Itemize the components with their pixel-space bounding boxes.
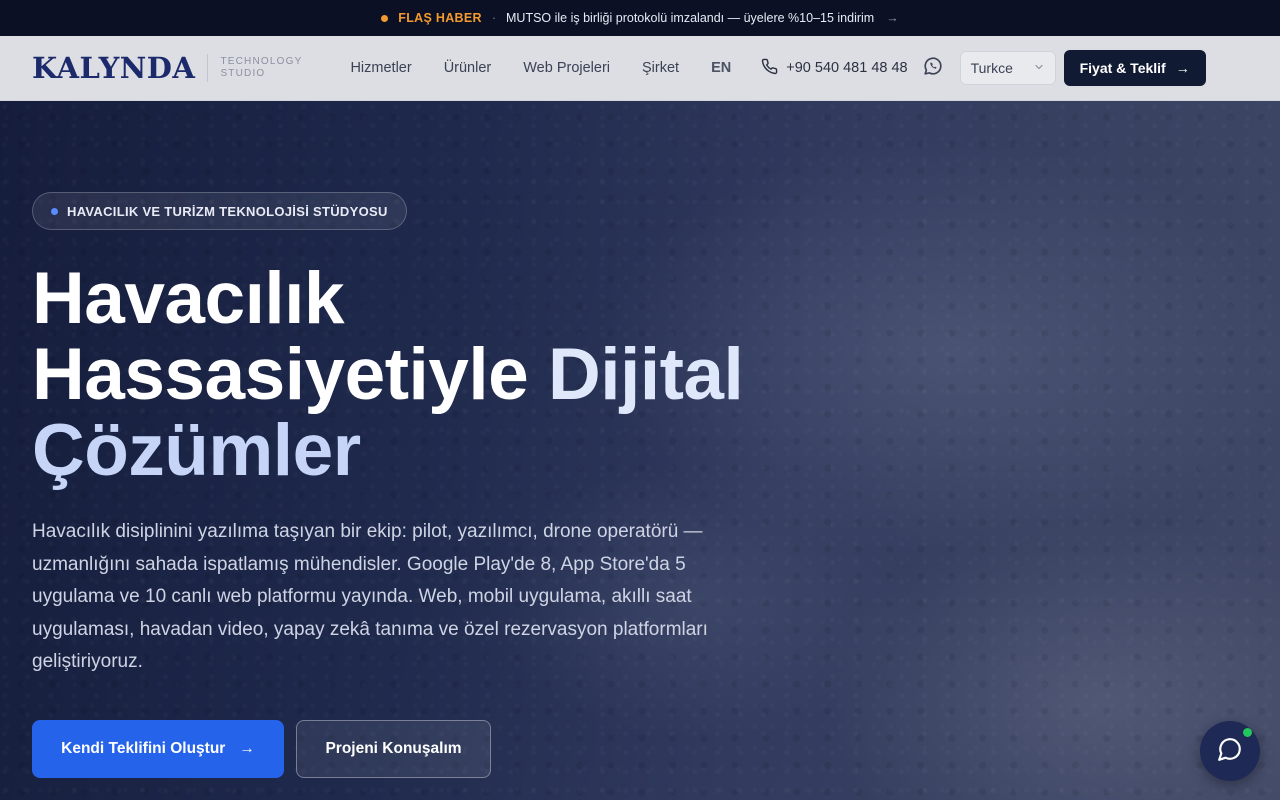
hero-title: Havacılık Hassasiyetiyle Dijital Çözümle…	[32, 261, 832, 489]
hero-badge: HAVACILIK VE TURİZM TEKNOLOJİSİ STÜDYOSU	[32, 192, 407, 230]
arrow-right-icon: →	[1175, 60, 1190, 76]
hero-title-line-1: Havacılık	[32, 258, 345, 339]
phone-icon	[761, 58, 778, 79]
hero-title-line-2a: Hassasiyetiyle	[32, 334, 549, 415]
quote-button-label: Fiyat & Teklif	[1079, 60, 1166, 76]
nav-lang-switch[interactable]: EN	[695, 60, 747, 76]
discuss-project-button[interactable]: Projeni Konuşalım	[296, 720, 491, 778]
news-ticker[interactable]: FLAŞ HABER · MUTSO ile iş birliği protok…	[0, 0, 1280, 36]
phone-number: +90 540 481 48 48	[786, 60, 908, 76]
chevron-down-icon	[1033, 60, 1045, 76]
ticker-arrow-icon[interactable]: →	[886, 11, 899, 25]
flash-dot-icon	[381, 14, 389, 22]
logo-sub-line-1: TECHNOLOGY	[220, 56, 303, 67]
nav-item-products[interactable]: Ürünler	[428, 60, 508, 76]
logo[interactable]: KALYNDA	[32, 53, 195, 83]
quote-button[interactable]: Fiyat & Teklif →	[1063, 50, 1206, 86]
nav-item-web-projects[interactable]: Web Projeleri	[507, 60, 626, 76]
arrow-right-icon: →	[239, 740, 255, 757]
discuss-project-label: Projeni Konuşalım	[325, 740, 462, 757]
badge-dot-icon	[51, 207, 58, 215]
hero-badge-text: HAVACILIK VE TURİZM TEKNOLOJİSİ STÜDYOSU	[67, 203, 388, 219]
site-header: KALYNDA TECHNOLOGY STUDIO Hizmetler Ürün…	[0, 36, 1280, 101]
logo-sub-line-2: STUDIO	[220, 68, 266, 79]
language-select-value: Turkce	[970, 60, 1013, 76]
ticker-separator: ·	[491, 11, 497, 25]
chat-icon	[1217, 736, 1243, 767]
language-select[interactable]: Turkce	[959, 51, 1056, 85]
flash-label: FLAŞ HABER	[398, 11, 482, 25]
whatsapp-icon	[922, 55, 944, 82]
phone-link[interactable]: +90 540 481 48 48	[761, 58, 908, 79]
create-offer-button[interactable]: Kendi Teklifini Oluştur →	[32, 720, 284, 778]
nav-item-services[interactable]: Hizmetler	[334, 60, 427, 76]
hero-title-line-3: Çözümler	[32, 410, 361, 491]
chat-widget-button[interactable]	[1200, 721, 1260, 781]
nav-item-company[interactable]: Şirket	[626, 60, 695, 76]
whatsapp-button[interactable]	[922, 55, 944, 82]
logo-subtitle: TECHNOLOGY STUDIO	[207, 54, 302, 82]
ticker-message[interactable]: MUTSO ile iş birliği protokolü imzalandı…	[506, 11, 874, 25]
hero-section: HAVACILIK VE TURİZM TEKNOLOJİSİ STÜDYOSU…	[0, 101, 1280, 800]
hero-title-line-2b: Dijital	[548, 334, 744, 415]
main-nav: Hizmetler Ürünler Web Projeleri Şirket E…	[334, 60, 747, 76]
hero-description: Havacılık disiplinini yazılıma taşıyan b…	[32, 521, 708, 672]
online-indicator	[1243, 728, 1252, 737]
create-offer-label: Kendi Teklifini Oluştur	[61, 740, 226, 757]
